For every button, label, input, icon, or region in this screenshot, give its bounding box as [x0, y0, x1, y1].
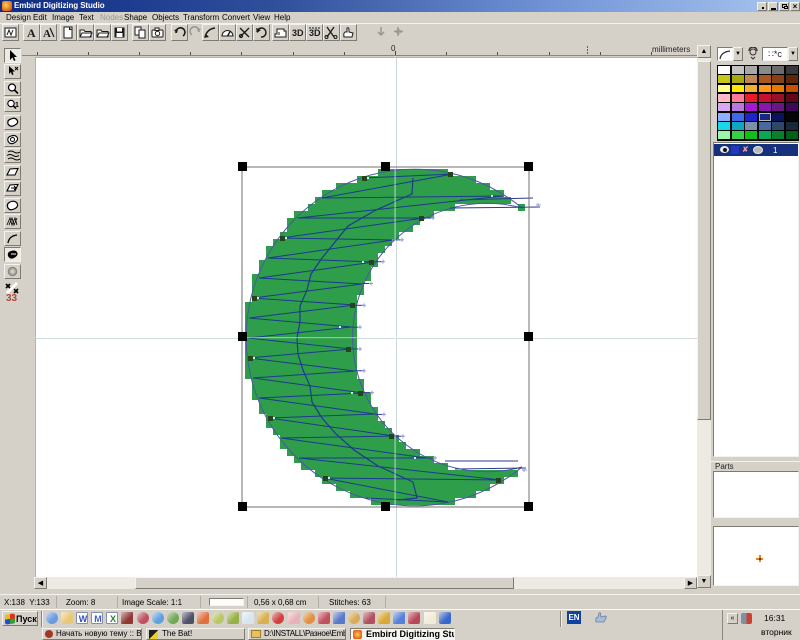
svg-text:3D: 3D: [309, 28, 321, 38]
svg-text:A: A: [27, 26, 36, 40]
svg-text:1: 1: [15, 102, 19, 109]
svg-text:3D: 3D: [292, 28, 304, 38]
svg-text:A: A: [43, 28, 51, 40]
